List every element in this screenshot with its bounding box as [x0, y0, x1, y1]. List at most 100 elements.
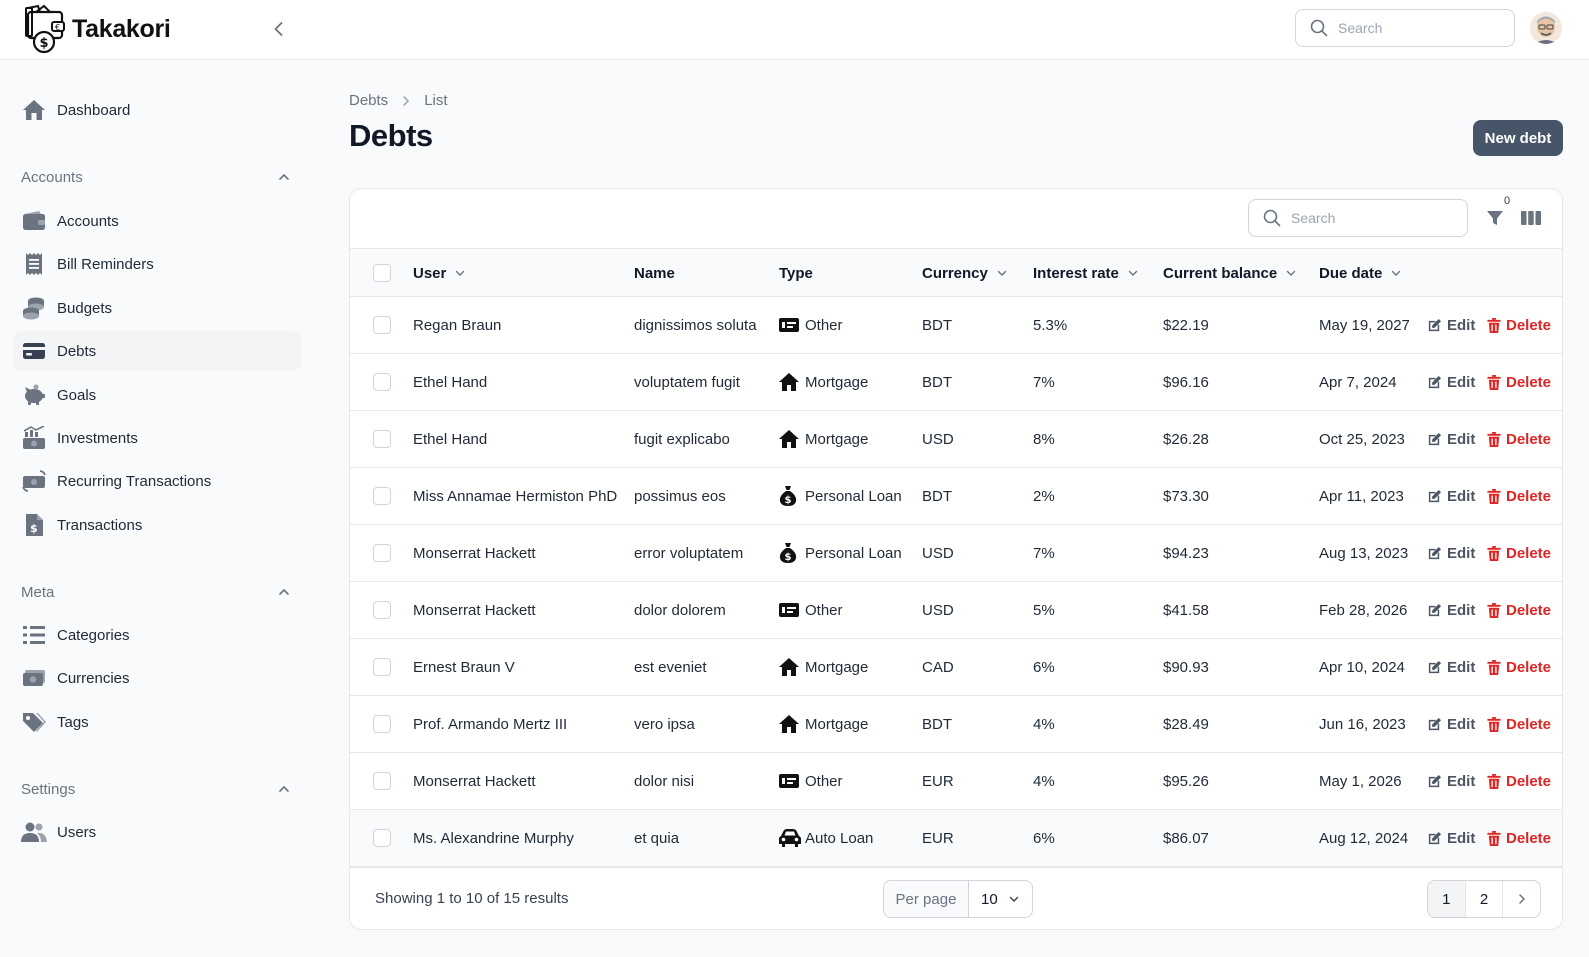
- sidebar-item-users[interactable]: Users: [13, 812, 301, 852]
- cell-type-label: Mortgage: [805, 715, 869, 733]
- delete-button[interactable]: Delete: [1487, 582, 1551, 638]
- sidebar-item-budgets[interactable]: Budgets: [13, 288, 301, 328]
- sidebar-item-investments[interactable]: Investments: [13, 418, 301, 458]
- table-footer: Showing 1 to 10 of 15 results Per page 1…: [350, 867, 1562, 929]
- row-checkbox[interactable]: [373, 544, 391, 562]
- sidebar-item-dashboard[interactable]: Dashboard: [13, 90, 301, 130]
- delete-button[interactable]: Delete: [1487, 354, 1551, 410]
- trash-icon: [1487, 545, 1501, 561]
- edit-button[interactable]: Edit: [1427, 525, 1475, 581]
- column-name: Name: [634, 249, 675, 297]
- row-select-cell: [373, 753, 391, 809]
- cell-due-date: Apr 7, 2024: [1319, 373, 1397, 391]
- delete-button[interactable]: Delete: [1487, 639, 1551, 695]
- cell-type-label: Other: [805, 316, 843, 334]
- row-checkbox[interactable]: [373, 430, 391, 448]
- sidebar-item-debts[interactable]: Debts: [13, 331, 301, 371]
- row-checkbox[interactable]: [373, 316, 391, 334]
- trash-icon: [1487, 830, 1501, 846]
- collapse-sidebar-button[interactable]: [266, 16, 292, 42]
- select-all-checkbox[interactable]: [373, 264, 391, 282]
- edit-button[interactable]: Edit: [1427, 354, 1475, 410]
- sidebar-item-recurring-transactions[interactable]: Recurring Transactions: [13, 461, 301, 501]
- toggle-columns-button[interactable]: [1518, 205, 1544, 231]
- banknote-icon: [21, 665, 47, 691]
- edit-button[interactable]: Edit: [1427, 582, 1475, 638]
- table-row[interactable]: Miss Annamae Hermiston PhD possimus eos $ P…: [350, 468, 1562, 525]
- sidebar-item-goals[interactable]: Goals: [13, 375, 301, 415]
- global-search-input[interactable]: [1338, 20, 1498, 36]
- sidebar-item-accounts[interactable]: Accounts: [13, 201, 301, 241]
- cell-current-balance: $90.93: [1163, 658, 1209, 676]
- column-current-balance[interactable]: Current balance: [1163, 249, 1297, 297]
- cell-type: $ Personal Loan: [779, 468, 902, 524]
- sidebar-item-bill-reminders[interactable]: Bill Reminders: [13, 244, 301, 284]
- page-2-button[interactable]: 2: [1466, 881, 1504, 917]
- column-interest-rate[interactable]: Interest rate: [1033, 249, 1139, 297]
- sidebar-item-tags[interactable]: Tags: [13, 702, 301, 742]
- column-due-date[interactable]: Due date: [1319, 249, 1402, 297]
- row-checkbox[interactable]: [373, 772, 391, 790]
- per-page-value[interactable]: 10: [969, 881, 1032, 917]
- global-search[interactable]: [1295, 9, 1515, 47]
- results-summary: Showing 1 to 10 of 15 results: [375, 890, 569, 907]
- table-row[interactable]: Prof. Armando Mertz III vero ipsa Mortgage…: [350, 696, 1562, 753]
- sidebar-group-settings[interactable]: Settings: [21, 777, 291, 801]
- cell-user: Ethel Hand: [413, 430, 488, 448]
- trash-icon: [1487, 659, 1501, 675]
- user-avatar[interactable]: [1530, 12, 1562, 44]
- row-checkbox[interactable]: [373, 373, 391, 391]
- table-row[interactable]: Monserrat Hackett error voluptatem $ Person…: [350, 525, 1562, 582]
- filter-button[interactable]: [1482, 205, 1508, 231]
- edit-button[interactable]: Edit: [1427, 468, 1475, 524]
- new-debt-button[interactable]: New debt: [1473, 120, 1563, 156]
- sidebar-item-categories[interactable]: Categories: [13, 615, 301, 655]
- sidebar-group-accounts[interactable]: Accounts: [21, 165, 291, 189]
- table-row[interactable]: Monserrat Hackett dolor nisi Other EUR 4% $95…: [350, 753, 1562, 810]
- sidebar-group-meta[interactable]: Meta: [21, 580, 291, 604]
- row-checkbox[interactable]: [373, 715, 391, 733]
- row-select-cell: [373, 639, 391, 695]
- row-checkbox[interactable]: [373, 658, 391, 676]
- next-page-button[interactable]: [1503, 881, 1540, 917]
- row-checkbox[interactable]: [373, 829, 391, 847]
- table-search-input[interactable]: [1291, 210, 1451, 226]
- delete-button[interactable]: Delete: [1487, 411, 1551, 467]
- delete-button[interactable]: Delete: [1487, 468, 1551, 524]
- breadcrumb-parent[interactable]: Debts: [349, 92, 388, 109]
- delete-button[interactable]: Delete: [1487, 297, 1551, 353]
- edit-button[interactable]: Edit: [1427, 411, 1475, 467]
- table-row[interactable]: Ethel Hand voluptatem fugit Mortgage BDT 7% $…: [350, 354, 1562, 411]
- per-page-select[interactable]: Per page 10: [883, 880, 1033, 918]
- edit-icon: [1428, 489, 1442, 502]
- column-currency[interactable]: Currency: [922, 249, 1008, 297]
- edit-button[interactable]: Edit: [1427, 297, 1475, 353]
- brand[interactable]: € $ Takakori: [24, 4, 171, 54]
- table-row[interactable]: Ernest Braun V est eveniet Mortgage CAD 6% $9…: [350, 639, 1562, 696]
- page-1-button[interactable]: 1: [1428, 881, 1466, 917]
- sidebar-item-transactions[interactable]: $ Transactions: [13, 505, 301, 545]
- edit-icon: [1428, 432, 1442, 445]
- row-checkbox[interactable]: [373, 487, 391, 505]
- edit-button[interactable]: Edit: [1427, 753, 1475, 809]
- row-checkbox[interactable]: [373, 601, 391, 619]
- row-select-cell: [373, 582, 391, 638]
- table-row[interactable]: Regan Braun dignissimos soluta Other BDT 5.3…: [350, 297, 1562, 354]
- delete-button[interactable]: Delete: [1487, 525, 1551, 581]
- table-row[interactable]: Ms. Alexandrine Murphy et quia Auto Loan EU…: [350, 810, 1562, 867]
- delete-button[interactable]: Delete: [1487, 810, 1551, 866]
- table-row[interactable]: Ethel Hand fugit explicabo Mortgage USD 8% $2…: [350, 411, 1562, 468]
- chevron-right-icon: [403, 95, 410, 106]
- delete-button[interactable]: Delete: [1487, 696, 1551, 752]
- delete-button[interactable]: Delete: [1487, 753, 1551, 809]
- edit-button[interactable]: Edit: [1427, 810, 1475, 866]
- table-row[interactable]: Monserrat Hackett dolor dolorem Other USD 5%…: [350, 582, 1562, 639]
- sidebar-item-currencies[interactable]: Currencies: [13, 658, 301, 698]
- column-user[interactable]: User: [413, 249, 466, 297]
- edit-button[interactable]: Edit: [1427, 696, 1475, 752]
- edit-button[interactable]: Edit: [1427, 639, 1475, 695]
- chevron-down-icon: [1392, 270, 1401, 276]
- table-search[interactable]: [1248, 199, 1468, 237]
- breadcrumb-current: List: [424, 92, 448, 109]
- cell-currency: CAD: [922, 658, 954, 676]
